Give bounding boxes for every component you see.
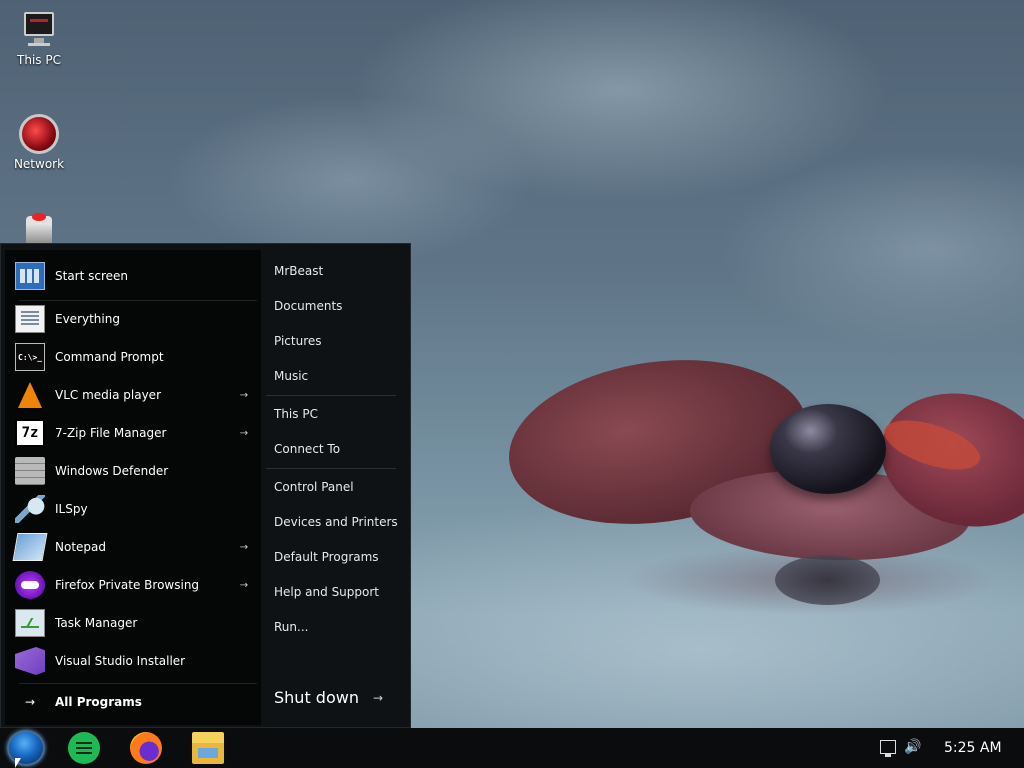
network-tray-icon[interactable] — [880, 740, 896, 757]
visual-studio-installer-icon — [15, 647, 45, 675]
file-explorer-icon[interactable] — [192, 732, 224, 764]
menu-item-label: Firefox Private Browsing — [55, 578, 200, 592]
menu-item-windows-defender[interactable]: Windows Defender — [15, 453, 251, 489]
places-item-user[interactable]: MrBeast — [274, 264, 323, 278]
computer-icon — [19, 10, 59, 50]
menu-item-label: ILSpy — [55, 502, 88, 516]
start-menu: Start screen Everything C:\>_ Command Pr… — [0, 243, 411, 728]
volume-icon[interactable]: 🔊 — [904, 739, 921, 755]
places-item-documents[interactable]: Documents — [274, 299, 342, 313]
menu-item-command-prompt[interactable]: C:\>_ Command Prompt — [15, 339, 251, 375]
menu-item-ilspy[interactable]: ILSpy — [15, 491, 251, 527]
places-separator — [266, 468, 396, 469]
task-manager-icon — [15, 609, 45, 637]
menu-item-label: 7-Zip File Manager — [55, 426, 167, 440]
wallpaper-drop-reflection — [775, 555, 880, 605]
places-item-devices-and-printers[interactable]: Devices and Printers — [274, 515, 398, 529]
wallpaper-water-drop — [770, 404, 886, 494]
shut-down-options-icon[interactable]: → — [373, 691, 383, 705]
submenu-arrow-icon[interactable]: → — [237, 542, 251, 553]
menu-item-start-screen[interactable]: Start screen — [15, 258, 251, 294]
desktop-icon-label: Network — [13, 157, 65, 171]
places-item-control-panel[interactable]: Control Panel — [274, 480, 354, 494]
all-programs-button[interactable]: → All Programs — [15, 686, 251, 718]
submenu-arrow-icon[interactable]: → — [237, 428, 251, 439]
firefox-private-icon — [15, 571, 45, 599]
menu-item-label: Notepad — [55, 540, 106, 554]
places-item-music[interactable]: Music — [274, 369, 308, 383]
menu-item-label: Task Manager — [55, 616, 138, 630]
menu-item-label: Start screen — [55, 269, 129, 283]
vlc-icon — [18, 382, 42, 408]
menu-item-vlc[interactable]: VLC media player → — [15, 377, 251, 413]
menu-item-visual-studio-installer[interactable]: Visual Studio Installer — [15, 643, 251, 679]
all-programs-label: All Programs — [55, 695, 142, 709]
places-item-connect-to[interactable]: Connect To — [274, 442, 340, 456]
windows-defender-icon — [15, 457, 45, 485]
shut-down-label: Shut down — [274, 688, 359, 707]
arrow-right-icon: → — [24, 695, 36, 709]
network-icon — [19, 114, 59, 154]
menu-item-firefox-private[interactable]: Firefox Private Browsing → — [15, 567, 251, 603]
menu-item-label: Windows Defender — [55, 464, 169, 478]
places-item-default-programs[interactable]: Default Programs — [274, 550, 379, 564]
places-item-this-pc[interactable]: This PC — [274, 407, 318, 421]
menu-separator — [19, 683, 257, 684]
submenu-arrow-icon[interactable]: → — [237, 580, 251, 591]
7zip-icon: 7z — [15, 419, 45, 447]
firefox-icon[interactable] — [130, 732, 162, 764]
ilspy-icon — [15, 495, 45, 523]
command-prompt-icon: C:\>_ — [15, 343, 45, 371]
shut-down-button[interactable]: Shut down → — [274, 688, 383, 707]
places-item-run[interactable]: Run... — [274, 620, 308, 634]
clock[interactable]: 5:25 AM — [944, 740, 1002, 756]
notepad-icon — [12, 533, 48, 561]
menu-item-label: Command Prompt — [55, 350, 164, 364]
desktop-icon-label: This PC — [17, 53, 61, 67]
menu-item-task-manager[interactable]: Task Manager — [15, 605, 251, 641]
menu-item-notepad[interactable]: Notepad → — [12, 529, 251, 565]
menu-item-7zip[interactable]: 7z 7-Zip File Manager → — [15, 415, 251, 451]
start-menu-programs-pane: Start screen Everything C:\>_ Command Pr… — [5, 250, 261, 725]
places-separator — [266, 395, 396, 396]
desktop-icon-recycle-bin[interactable] — [1, 212, 77, 247]
submenu-arrow-icon[interactable]: → — [237, 390, 251, 401]
taskbar: 🔊 5:25 AM — [0, 728, 1024, 768]
start-orb-icon[interactable] — [7, 730, 45, 766]
places-item-help-and-support[interactable]: Help and Support — [274, 585, 379, 599]
places-item-pictures[interactable]: Pictures — [274, 334, 322, 348]
menu-item-everything[interactable]: Everything — [15, 301, 251, 337]
notes-app-icon[interactable] — [68, 732, 100, 764]
menu-item-label: VLC media player — [55, 388, 162, 402]
recycle-bin-icon — [26, 213, 52, 244]
desktop-icon-network[interactable]: Network — [1, 114, 77, 171]
mouse-cursor-icon — [15, 758, 21, 768]
start-screen-icon — [15, 262, 45, 290]
everything-icon — [15, 305, 45, 333]
desktop-icon-this-pc[interactable]: This PC — [1, 10, 77, 67]
menu-item-label: Everything — [55, 312, 120, 326]
menu-item-label: Visual Studio Installer — [55, 654, 186, 668]
